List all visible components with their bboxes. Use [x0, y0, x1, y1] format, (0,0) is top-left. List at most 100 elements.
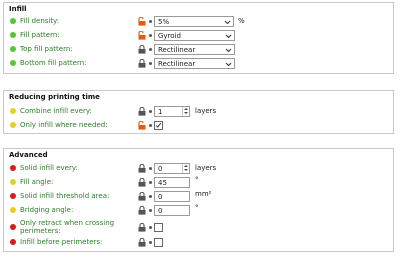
advanced-group: Advanced Solid infill every: 0 layers Fi… [3, 148, 394, 252]
fill-angle-value: 45 [158, 179, 167, 187]
lock-closed-icon[interactable] [138, 107, 146, 116]
fill-angle-label: Fill angle: [20, 178, 54, 186]
reducing-printing-time-group: Reducing printing time Combine infill ev… [3, 90, 394, 134]
bullet-icon [149, 209, 152, 212]
status-dot-yellow [10, 108, 16, 114]
solid-infill-threshold-label: Solid infill threshold area: [20, 192, 110, 200]
bullet-icon [149, 48, 152, 51]
bottom-fill-pattern-combobox[interactable]: Rectilinear [154, 58, 235, 69]
chevron-down-icon[interactable] [225, 46, 232, 54]
chevron-down-icon[interactable] [224, 18, 231, 26]
fill-angle-unit: ° [195, 176, 199, 184]
fill-density-unit: % [238, 17, 245, 25]
top-fill-pattern-label: Top fill pattern: [20, 45, 73, 53]
only-retract-label-line2: perimeters: [20, 227, 61, 235]
spin-down-icon[interactable] [184, 169, 188, 171]
lock-closed-icon[interactable] [138, 178, 146, 187]
bullet-icon [149, 20, 152, 23]
spin-up-icon[interactable] [184, 165, 188, 167]
bullet-icon [149, 226, 152, 229]
lock-closed-icon[interactable] [138, 223, 146, 232]
only-infill-label: Only infill where needed: [20, 121, 108, 129]
solid-infill-threshold-unit: mm² [195, 190, 212, 198]
fill-density-combobox[interactable]: 5% [154, 16, 234, 27]
bullet-icon [149, 34, 152, 37]
status-dot-red [10, 193, 16, 199]
spin-down-icon[interactable] [184, 112, 188, 114]
lock-closed-icon[interactable] [138, 192, 146, 201]
bottom-fill-pattern-row: Bottom fill pattern: Rectilinear [4, 58, 393, 69]
bridging-angle-input[interactable]: 0 [154, 205, 190, 216]
only-retract-label: Only retract when crossing perimeters: [20, 219, 114, 235]
lock-closed-icon[interactable] [138, 238, 146, 247]
lock-closed-icon[interactable] [138, 45, 146, 54]
solid-infill-every-row: Solid infill every: 0 layers [4, 163, 393, 174]
lock-open-icon[interactable] [138, 31, 146, 40]
status-dot-red [10, 165, 16, 171]
lock-closed-icon[interactable] [138, 59, 146, 68]
spin-buttons[interactable] [182, 107, 189, 116]
top-fill-pattern-combobox[interactable]: Rectilinear [154, 44, 235, 55]
chevron-down-icon[interactable] [225, 32, 232, 40]
status-dot-red [10, 239, 16, 245]
reducing-group-title: Reducing printing time [9, 93, 100, 101]
solid-infill-threshold-value: 0 [158, 193, 163, 201]
combine-infill-row: Combine infill every: 1 layers [4, 106, 393, 117]
status-dot-green [10, 32, 16, 38]
fill-angle-input[interactable]: 45 [154, 177, 190, 188]
solid-infill-every-value: 0 [158, 165, 163, 173]
top-fill-pattern-row: Top fill pattern: Rectilinear [4, 44, 393, 55]
only-retract-row: Only retract when crossing perimeters: [4, 219, 393, 235]
fill-density-label: Fill density: [20, 17, 60, 25]
status-dot-green [10, 46, 16, 52]
bridging-angle-label: Bridging angle: [20, 206, 74, 214]
solid-infill-every-spinbox[interactable]: 0 [154, 163, 190, 174]
advanced-group-title: Advanced [9, 151, 48, 159]
bullet-icon [149, 124, 152, 127]
lock-closed-icon[interactable] [138, 164, 146, 173]
lock-open-icon[interactable] [138, 121, 146, 130]
bottom-fill-pattern-label: Bottom fill pattern: [20, 59, 87, 67]
solid-infill-threshold-input[interactable]: 0 [154, 191, 190, 202]
combine-infill-spinbox[interactable]: 1 [154, 106, 190, 117]
infill-group: Infill Fill density: 5% % Fill pattern: … [3, 2, 394, 74]
fill-density-row: Fill density: 5% % [4, 16, 393, 27]
solid-infill-every-unit: layers [195, 164, 217, 172]
infill-before-perimeters-checkbox[interactable] [154, 238, 163, 247]
fill-pattern-label: Fill pattern: [20, 31, 60, 39]
spin-up-icon[interactable] [184, 108, 188, 110]
chevron-down-icon[interactable] [225, 60, 232, 68]
status-dot-green [10, 18, 16, 24]
bottom-fill-pattern-value: Rectilinear [158, 60, 196, 68]
bridging-angle-row: Bridging angle: 0 ° [4, 204, 393, 216]
combine-infill-unit: layers [195, 107, 217, 115]
infill-before-perimeters-row: Infill before perimeters: [4, 237, 393, 248]
only-infill-checkbox[interactable] [154, 121, 163, 130]
combine-infill-label: Combine infill every: [20, 107, 92, 115]
combine-infill-value: 1 [158, 108, 163, 116]
bridging-angle-unit: ° [195, 204, 199, 212]
only-retract-checkbox[interactable] [154, 223, 163, 232]
bullet-icon [149, 195, 152, 198]
fill-pattern-row: Fill pattern: Gyroid [4, 30, 393, 41]
status-dot-yellow [10, 207, 16, 213]
bullet-icon [149, 110, 152, 113]
lock-open-icon[interactable] [138, 17, 146, 26]
bullet-icon [149, 62, 152, 65]
only-retract-label-line1: Only retract when crossing [20, 219, 115, 227]
fill-pattern-combobox[interactable]: Gyroid [154, 30, 235, 41]
lock-closed-icon[interactable] [138, 206, 146, 215]
infill-before-perimeters-label: Infill before perimeters: [20, 238, 103, 246]
status-dot-red [10, 224, 16, 230]
spin-buttons[interactable] [182, 164, 189, 173]
status-dot-yellow [10, 179, 16, 185]
checkmark-icon [155, 122, 162, 128]
infill-group-title: Infill [9, 5, 27, 13]
bridging-angle-value: 0 [158, 207, 163, 215]
only-infill-row: Only infill where needed: [4, 120, 393, 131]
status-dot-green [10, 60, 16, 66]
bullet-icon [149, 241, 152, 244]
solid-infill-threshold-row: Solid infill threshold area: 0 mm² [4, 190, 393, 202]
top-fill-pattern-value: Rectilinear [158, 46, 196, 54]
fill-angle-row: Fill angle: 45 ° [4, 176, 393, 188]
